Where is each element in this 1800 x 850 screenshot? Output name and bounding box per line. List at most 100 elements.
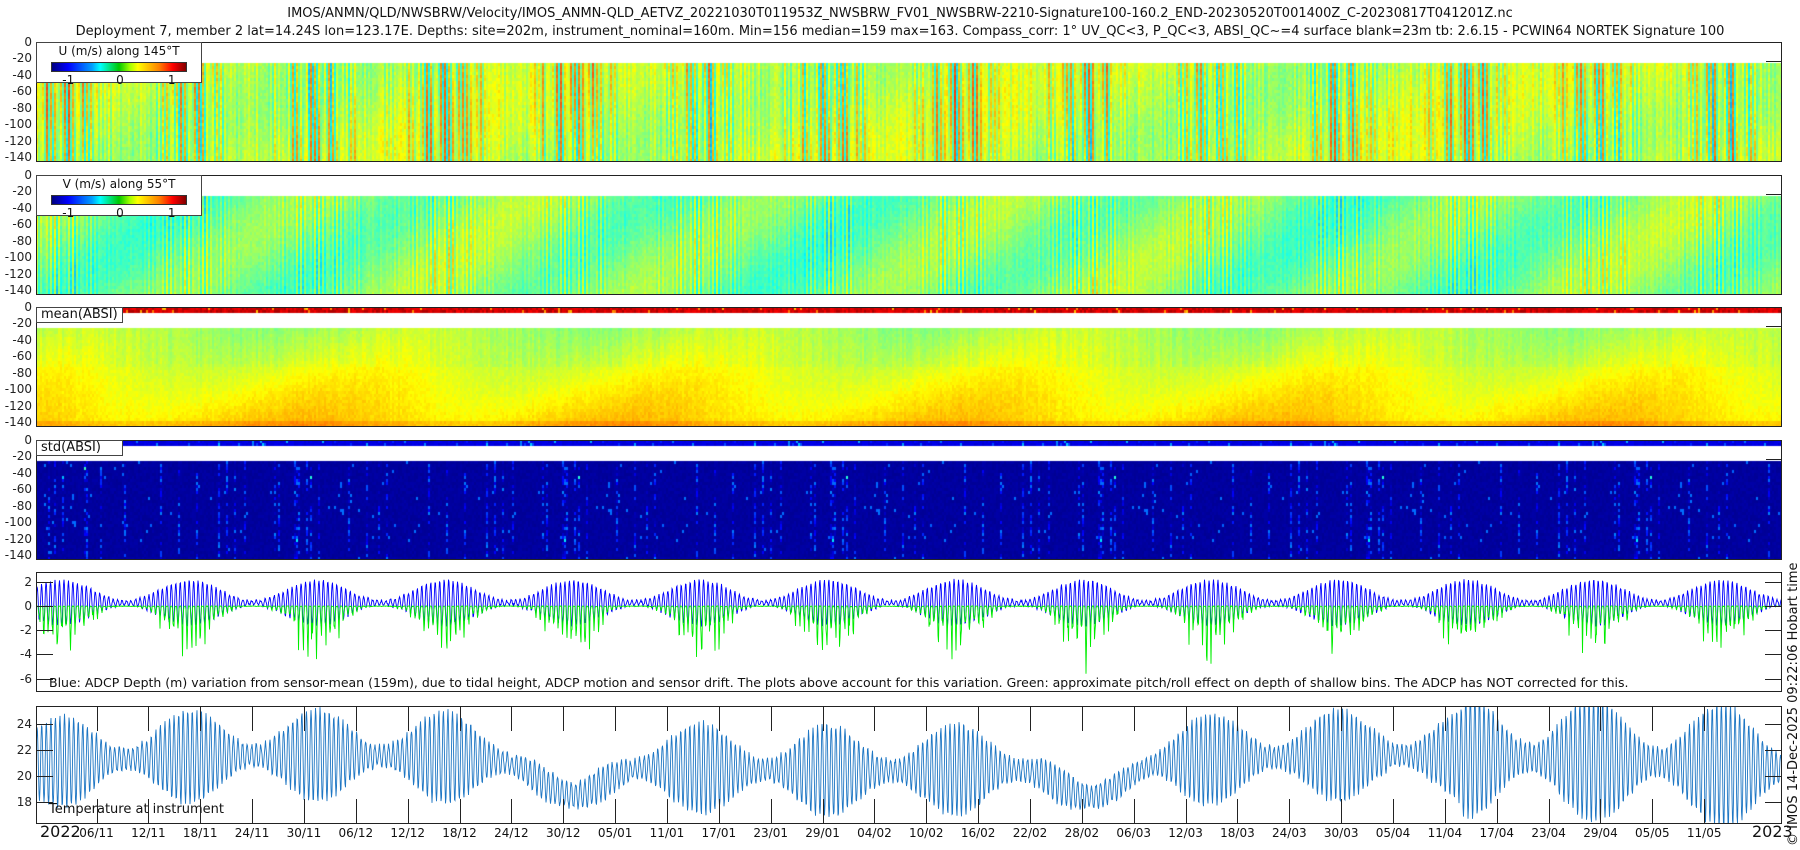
x-tick-mark — [1444, 799, 1446, 824]
y-tick-label: -40 — [12, 465, 32, 480]
y-tick-label: -4 — [20, 647, 32, 662]
x-tick-mark — [1133, 799, 1135, 824]
y-tick-label: -6 — [20, 671, 32, 686]
y-tick-label: -100 — [4, 117, 32, 132]
y-tick-mark — [1765, 630, 1782, 632]
colorbar-legend-u: U (m/s) along 145°T -1 0 1 — [36, 42, 202, 87]
x-tick-mark — [1030, 799, 1031, 824]
x-tick-mark — [666, 799, 668, 824]
x-tick-label: 04/02 — [857, 826, 892, 840]
x-tick-label: 24/12 — [494, 826, 529, 840]
x-tick-label: 23/01 — [753, 826, 788, 840]
y-tick-label: -20 — [12, 51, 32, 66]
x-tick-mark — [563, 799, 565, 824]
x-tick-label: 30/03 — [1323, 826, 1359, 840]
x-tick-mark — [1081, 799, 1083, 824]
y-tick-label: -140 — [4, 415, 32, 430]
x-tick-label: 06/11 — [79, 826, 114, 840]
colorbar-title: U (m/s) along 145°T — [58, 44, 180, 58]
x-tick-mark — [1704, 706, 1706, 731]
x-tick-mark — [1185, 706, 1187, 731]
y-tick-label: -20 — [12, 449, 32, 464]
x-tick-mark — [718, 706, 720, 731]
x-tick-mark — [148, 799, 150, 824]
surface-blank-marker — [1766, 193, 1782, 195]
colorbar-tick-label: 0 — [116, 73, 124, 87]
x-tick-mark — [1081, 706, 1083, 731]
y-tick-label: -100 — [4, 382, 32, 397]
x-tick-mark — [1600, 706, 1602, 731]
x-tick-label: 05/01 — [597, 826, 633, 840]
x-tick-mark — [355, 706, 357, 731]
y-tick-label: -140 — [4, 150, 32, 165]
y-tick-mark — [36, 581, 53, 583]
x-tick-mark — [96, 799, 98, 824]
y-tick-label: -60 — [12, 349, 32, 364]
x-tick-mark — [252, 799, 254, 824]
x-tick-label: 06/12 — [338, 826, 374, 840]
x-tick-label: 30/12 — [545, 826, 581, 840]
y-tick-mark — [1765, 654, 1782, 656]
x-tick-label: 29/01 — [805, 826, 840, 840]
y-tick-label: -40 — [12, 332, 32, 347]
x-tick-label: 24/03 — [1272, 826, 1307, 840]
y-tick-mark — [36, 750, 53, 752]
y-tick-mark — [36, 776, 53, 778]
y-tick-mark — [36, 605, 53, 607]
y-tick-label: -40 — [12, 200, 32, 215]
x-tick-mark — [718, 799, 720, 824]
x-tick-label: 29/04 — [1583, 826, 1618, 840]
x-tick-mark — [1704, 799, 1706, 824]
y-tick-label: -80 — [12, 365, 32, 380]
colorbar-gradient — [51, 195, 187, 205]
y-tick-mark — [1765, 724, 1782, 726]
y-tick-label: -60 — [12, 217, 32, 232]
surface-blank-marker — [1766, 60, 1782, 62]
y-tick-label: -20 — [12, 184, 32, 199]
y-tick-mark — [36, 654, 53, 656]
y-tick-label: -2 — [20, 623, 32, 638]
x-tick-mark — [1652, 706, 1654, 731]
x-tick-mark — [407, 706, 409, 731]
y-tick-label: 0 — [24, 35, 32, 49]
y-tick-label: -20 — [12, 316, 32, 331]
x-tick-mark — [978, 706, 980, 731]
x-tick-mark — [200, 799, 202, 824]
y-tick-mark — [1765, 776, 1782, 778]
x-tick-mark — [252, 706, 254, 731]
x-tick-mark — [978, 799, 980, 824]
y-tick-mark — [1765, 801, 1782, 803]
x-tick-mark — [459, 799, 461, 824]
y-tick-label: -100 — [4, 515, 32, 530]
y-tick-label: -140 — [4, 283, 32, 298]
x-tick-mark — [1393, 799, 1395, 824]
y-tick-label: -140 — [4, 548, 32, 563]
colorbar-gradient — [51, 62, 187, 72]
x-tick-mark — [1185, 799, 1187, 824]
x-tick-mark — [563, 706, 565, 731]
x-tick-mark — [96, 706, 98, 731]
x-tick-label: 17/04 — [1479, 826, 1515, 840]
surface-blank-marker — [1766, 458, 1782, 460]
x-tick-label: 18/11 — [182, 826, 218, 840]
x-tick-mark — [511, 706, 513, 731]
x-tick-mark — [1444, 706, 1446, 731]
depth-variation-plot — [36, 578, 1782, 674]
x-tick-mark — [407, 799, 409, 824]
x-tick-label: 11/01 — [649, 826, 685, 840]
series-line-pitch-roll — [36, 604, 1782, 674]
x-tick-mark — [666, 706, 668, 731]
colorbar-tick-label: -1 — [62, 73, 75, 87]
copyright-footer: © IMOS 14-Dec-2025 09:22:06 Hobart time — [1786, 562, 1800, 846]
y-tick-label: -120 — [4, 133, 32, 148]
panel-label-mean_absi: mean(ABSI) — [36, 307, 123, 323]
x-tick-mark — [459, 706, 461, 731]
y-tick-label: -120 — [4, 531, 32, 546]
x-tick-mark — [1289, 799, 1291, 824]
heatmap-std_absi — [36, 440, 1782, 560]
x-tick-label: 05/05 — [1635, 826, 1670, 840]
x-tick-mark — [1341, 799, 1343, 824]
y-tick-label: 0 — [24, 168, 32, 182]
x-tick-mark — [822, 799, 824, 824]
x-tick-label: 11/05 — [1686, 826, 1722, 840]
